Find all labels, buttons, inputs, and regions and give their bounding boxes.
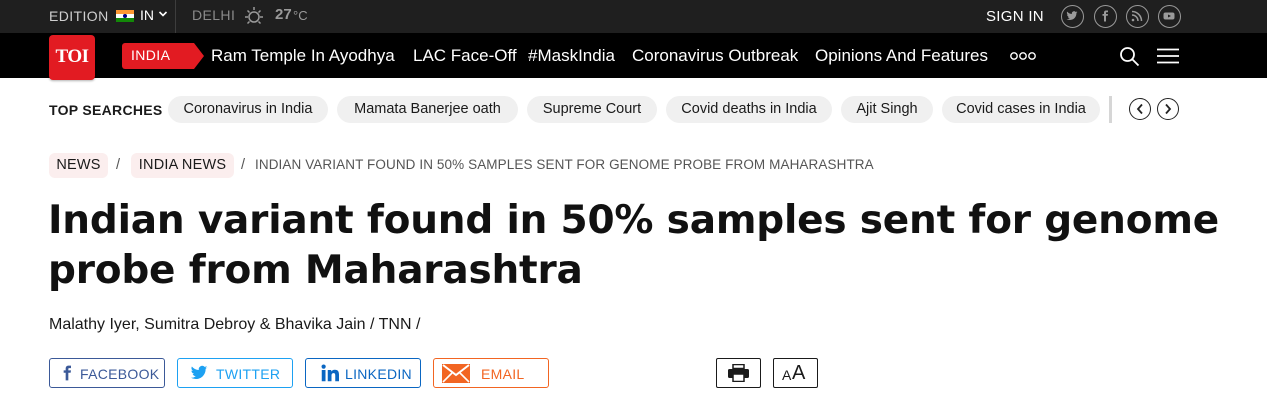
nav-link-mask-india[interactable]: #MaskIndia xyxy=(528,46,615,66)
headline-line-1: Indian variant found in 50% samples sent… xyxy=(48,198,1220,243)
scroll-right-button[interactable] xyxy=(1157,98,1179,120)
nav-link-opinions-and-features[interactable]: Opinions And Features xyxy=(815,46,988,66)
top-search-pill[interactable]: Covid cases in India xyxy=(942,96,1100,123)
nav-link-coronavirus-outbreak[interactable]: Coronavirus Outbreak xyxy=(632,46,798,66)
scroll-left-button[interactable] xyxy=(1129,98,1151,120)
article-byline: Malathy Iyer, Sumitra Debroy & Bhavika J… xyxy=(49,316,421,333)
chevron-down-icon[interactable] xyxy=(158,7,168,21)
breadcrumb-india-news[interactable]: INDIA NEWS xyxy=(131,153,234,178)
sign-in-link[interactable]: SIGN IN xyxy=(986,8,1044,25)
headline-line-2: probe from Maharashtra xyxy=(48,248,583,293)
weather-temperature: 27 xyxy=(275,6,292,23)
share-facebook-label: FACEBOOK xyxy=(80,366,160,382)
breadcrumb-current: INDIAN VARIANT FOUND IN 50% SAMPLES SENT… xyxy=(255,157,874,172)
divider xyxy=(175,0,176,33)
rss-icon[interactable] xyxy=(1126,5,1149,28)
share-twitter-button[interactable]: TWITTER xyxy=(177,358,293,388)
share-email-button[interactable]: EMAIL xyxy=(433,358,549,388)
edition-code[interactable]: IN xyxy=(140,7,154,23)
breadcrumb-separator: / xyxy=(116,157,121,173)
top-searches-label: TOP SEARCHES xyxy=(49,102,163,118)
more-dots-icon[interactable] xyxy=(1010,50,1036,62)
share-twitter-label: TWITTER xyxy=(216,366,281,382)
facebook-icon[interactable] xyxy=(1094,5,1117,28)
toi-logo[interactable]: TOI xyxy=(49,35,95,80)
share-facebook-button[interactable]: FACEBOOK xyxy=(49,358,165,388)
top-search-pill[interactable]: Covid deaths in India xyxy=(666,96,832,123)
linkedin-icon xyxy=(321,364,339,382)
logo-text: TOI xyxy=(55,46,89,67)
chevron-right-icon xyxy=(1165,103,1172,115)
weather-temperature-unit: °C xyxy=(293,8,308,23)
article-headline: Indian variant found in 50% samples sent… xyxy=(48,196,1238,296)
twitter-icon[interactable] xyxy=(1061,5,1084,28)
india-flag-icon[interactable] xyxy=(116,10,134,22)
hamburger-menu-icon[interactable] xyxy=(1157,48,1179,64)
next-pill-edge xyxy=(1109,96,1112,123)
font-size-button[interactable]: A A xyxy=(773,358,818,388)
top-search-pill[interactable]: Mamata Banerjee oath xyxy=(337,96,518,123)
breadcrumb-news[interactable]: NEWS xyxy=(49,153,108,178)
edition-label: EDITION xyxy=(49,8,109,24)
youtube-icon[interactable] xyxy=(1158,5,1181,28)
nav-section-india[interactable]: INDIA xyxy=(122,43,204,69)
search-icon[interactable] xyxy=(1119,46,1140,67)
weather-sun-icon xyxy=(245,7,263,25)
nav-section-label: INDIA xyxy=(131,47,171,63)
top-utility-bar: EDITION IN DELHI 27 °C SIGN IN xyxy=(0,0,1267,33)
font-size-small-label: A xyxy=(782,367,792,383)
share-email-label: EMAIL xyxy=(481,366,525,382)
share-linkedin-button[interactable]: LINKEDIN xyxy=(305,358,421,388)
facebook-icon xyxy=(63,365,71,381)
nav-link-lac-face-off[interactable]: LAC Face-Off xyxy=(413,46,517,66)
weather-city: DELHI xyxy=(192,7,236,23)
top-search-pill[interactable]: Coronavirus in India xyxy=(168,96,328,123)
nav-link-ram-temple[interactable]: Ram Temple In Ayodhya xyxy=(211,46,395,66)
print-icon xyxy=(728,364,749,382)
print-button[interactable] xyxy=(716,358,761,388)
share-linkedin-label: LINKEDIN xyxy=(345,366,412,382)
top-search-pill[interactable]: Ajit Singh xyxy=(841,96,933,123)
breadcrumb-separator: / xyxy=(241,157,246,173)
chevron-left-icon xyxy=(1136,103,1143,115)
top-search-pill[interactable]: Supreme Court xyxy=(527,96,657,123)
twitter-icon xyxy=(190,365,208,380)
main-nav-bar: INDIA Ram Temple In Ayodhya LAC Face-Off… xyxy=(0,33,1267,78)
email-icon xyxy=(442,364,470,383)
font-size-large-label: A xyxy=(792,362,806,384)
